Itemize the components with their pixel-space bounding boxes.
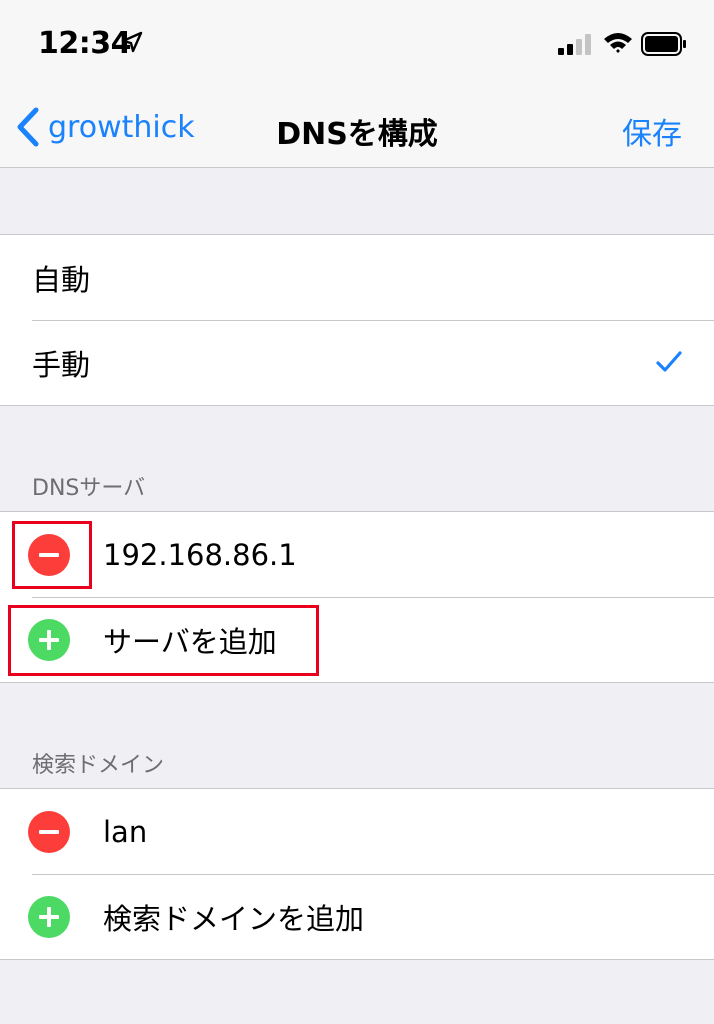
location-arrow-icon bbox=[121, 31, 143, 53]
mode-automatic-row[interactable]: 自動 bbox=[0, 235, 714, 320]
mode-automatic-label: 自動 bbox=[32, 262, 91, 297]
mode-manual-label: 手動 bbox=[32, 347, 91, 382]
status-time: 12:34 bbox=[38, 26, 132, 61]
add-domain-button[interactable] bbox=[28, 896, 70, 938]
search-domain-row[interactable]: lan bbox=[0, 789, 714, 874]
search-domain-value: lan bbox=[103, 814, 148, 849]
dns-mode-group: 自動 手動 bbox=[0, 234, 714, 406]
highlight-add-server bbox=[8, 605, 319, 676]
add-domain-label: 検索ドメインを追加 bbox=[103, 901, 365, 936]
page-title: DNSを構成 bbox=[276, 117, 438, 152]
search-domains-header: 検索ドメイン bbox=[32, 753, 165, 778]
minus-icon bbox=[39, 830, 59, 834]
checkmark-icon bbox=[656, 351, 682, 372]
mode-manual-row[interactable]: 手動 bbox=[0, 320, 714, 405]
dns-settings-screen: 12:34 growthick DNSを構成 保存 自動 手動 DNSサーバ 1… bbox=[0, 0, 714, 1024]
highlight-remove-server bbox=[12, 521, 92, 589]
save-button[interactable]: 保存 bbox=[622, 109, 682, 153]
wifi-icon bbox=[604, 33, 632, 53]
battery-icon bbox=[641, 32, 686, 56]
dns-servers-header: DNSサーバ bbox=[32, 476, 146, 501]
navigation-bar: growthick DNSを構成 保存 bbox=[0, 90, 714, 168]
dns-server-row[interactable]: 192.168.86.1 bbox=[0, 512, 714, 597]
add-domain-row[interactable]: 検索ドメインを追加 bbox=[0, 874, 714, 959]
plus-icon-vertical bbox=[47, 907, 51, 927]
dns-server-value: 192.168.86.1 bbox=[103, 537, 297, 572]
search-domains-group: lan 検索ドメインを追加 bbox=[0, 788, 714, 960]
remove-domain-button[interactable] bbox=[28, 811, 70, 853]
status-bar: 12:34 bbox=[0, 0, 714, 90]
signal-icon bbox=[558, 34, 591, 55]
